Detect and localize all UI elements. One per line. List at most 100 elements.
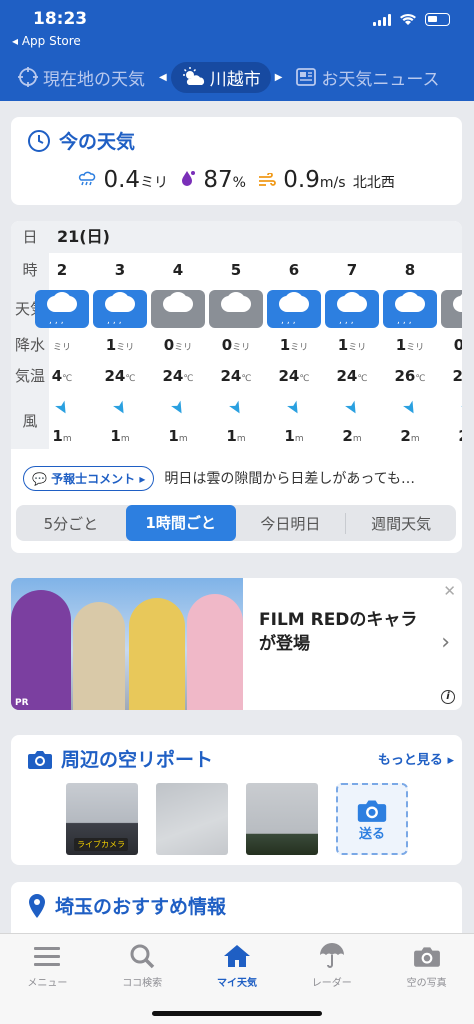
weather-cell [207, 287, 265, 331]
camera-icon [413, 947, 440, 967]
hour-value: 2 [56, 261, 68, 279]
humidity-value: 87 [203, 167, 233, 193]
map-pin-icon [29, 893, 45, 918]
tab-current-location[interactable]: 現在地の天気 [18, 65, 145, 90]
ad-image: PR [11, 578, 243, 710]
weather-cell: ,,, [265, 287, 323, 331]
wind-dir-cell: ➤ [323, 393, 381, 423]
wind-speed-cell: 1m [149, 423, 207, 449]
location-target-icon [18, 67, 38, 87]
tab-next-arrow-icon[interactable]: ▶ [275, 72, 283, 83]
weather-cell [149, 287, 207, 331]
tab-prev-arrow-icon[interactable]: ◀ [159, 72, 167, 83]
now-weather-card[interactable]: 今の天気 0.4ミリ 87% 0.9m/s 北北西 [11, 117, 462, 205]
humidity-unit: % [232, 175, 246, 191]
rain-cell: 1ミリ [381, 331, 439, 359]
segment-5min[interactable]: 5分ごと [16, 513, 126, 534]
temp-cell: 4℃ [33, 359, 91, 393]
rain-cell: ミリ [33, 331, 91, 359]
news-icon [296, 68, 317, 86]
send-photo-label: 送る [358, 826, 385, 842]
wind-direction-icon: ➤ [281, 396, 307, 420]
wind-now: 0.9m/s 北北西 [258, 167, 395, 193]
battery-icon [425, 13, 450, 26]
rain-cell: 1ミリ [323, 331, 381, 359]
wind-speed-cell: 2m [381, 423, 439, 449]
wind-speed-cell: 2m [439, 423, 462, 449]
info-icon[interactable]: i [441, 690, 455, 704]
send-photo-button[interactable]: 送る [336, 783, 408, 855]
wind-direction-icon: ➤ [165, 396, 191, 420]
sky-photo[interactable] [156, 783, 228, 855]
hourly-table[interactable]: 日 21(日) 時 天気 降水 気温 風 2,,, ミリ 4℃ ➤ 1m 3,,, 1ミリ 2… [11, 221, 462, 449]
nav-sky-photos[interactable]: 空の写真 [379, 934, 474, 1024]
wind-direction-icon: ➤ [49, 396, 75, 420]
ad-pr-label: PR [15, 698, 29, 708]
rain-icon: ,,, [35, 290, 89, 328]
app-header: 18:23 ◂ App Store 現在地の天気 ◀ 川越市 ▶ お天気ニュース [0, 0, 474, 101]
hour-value: 4 [172, 261, 184, 279]
weather-cell: ,,, [323, 287, 381, 331]
ad-title: FILM REDのキャラが登場 [259, 610, 418, 654]
row-label-day: 日 [11, 221, 49, 253]
more-link[interactable]: もっと見る ▸ [378, 749, 454, 768]
sky-photo-live[interactable]: ライブカメラ [66, 783, 138, 855]
hour-cell: 6 [265, 253, 323, 287]
segment-weekly[interactable]: 週間天気 [346, 513, 456, 534]
rain-value: 0.4 [103, 167, 141, 193]
sky-photo[interactable] [246, 783, 318, 855]
wind-dir-cell: ➤ [265, 393, 323, 423]
rain-amount: 1ミリ [105, 336, 135, 354]
more-link-label: もっと見る [377, 753, 443, 768]
rain-cell: 0ミリ [439, 331, 462, 359]
forecaster-comment-text: 明日は雲の隙間から日差しがあっても… [164, 471, 415, 487]
nav-sky-photos-label: 空の写真 [406, 978, 447, 989]
humidity-now: 87% [180, 167, 246, 193]
rain-cell: 0ミリ [207, 331, 265, 359]
interval-segmented-control: 5分ごと 1時間ごと 今日明日 週間天気 [16, 505, 456, 541]
status-time: 18:23 [33, 9, 88, 29]
nav-menu-label: メニュー [27, 978, 68, 989]
wind-direction-icon: ➤ [339, 396, 365, 420]
temp-value: 26℃ [394, 367, 426, 385]
hour-cell: 5 [207, 253, 265, 287]
hour-cell: 4 [149, 253, 207, 287]
wind-direction-icon: ➤ [223, 396, 249, 420]
nav-search-label: ココ検索 [122, 978, 163, 989]
forecaster-comment-button[interactable]: 💬 予報士コメント ▸ [23, 465, 155, 491]
segment-today-tomorrow[interactable]: 今日明日 [236, 512, 347, 534]
home-indicator [152, 1011, 322, 1016]
tab-kawagoe[interactable]: 川越市 [170, 61, 271, 93]
menu-icon [34, 947, 61, 966]
live-camera-tag: ライブカメラ [74, 838, 128, 851]
hourly-date: 21(日) [49, 221, 462, 253]
signal-icon [373, 13, 391, 26]
weather-cell: ,,, [91, 287, 149, 331]
rain-amount: 0ミリ [163, 336, 193, 354]
wind-direction-icon: ➤ [397, 396, 423, 420]
tab-weather-news[interactable]: お天気ニュース [296, 65, 440, 90]
temp-value: 24℃ [162, 367, 194, 385]
close-icon[interactable]: ✕ [443, 582, 456, 600]
chevron-right-icon[interactable]: › [441, 630, 450, 655]
camera-icon [28, 750, 52, 769]
temp-value: 24℃ [104, 367, 136, 385]
segment-1hour[interactable]: 1時間ごと [125, 505, 236, 541]
clock-icon [28, 129, 50, 152]
back-to-app-store[interactable]: ◂ App Store [12, 34, 81, 48]
nav-my-weather-label: マイ天気 [216, 978, 257, 989]
temp-value: 24℃ [220, 367, 252, 385]
nav-menu[interactable]: メニュー [0, 934, 95, 1024]
rain-cell: 1ミリ [265, 331, 323, 359]
ad-banner[interactable]: PR FILM REDのキャラが登場 ✕ › i [11, 578, 462, 710]
tab-current-location-label: 現在地の天気 [43, 69, 145, 90]
sun-cloud-icon [182, 67, 204, 85]
rain-amount: 1ミリ [279, 336, 309, 354]
hour-value: 5 [230, 261, 242, 279]
temp-cell: 24℃ [207, 359, 265, 393]
rain-now: 0.4ミリ [78, 167, 168, 193]
forecaster-comment-row[interactable]: 💬 予報士コメント ▸ 明日は雲の隙間から日差しがあっても… [23, 463, 450, 493]
temp-value: 27℃ [452, 367, 463, 385]
hourly-forecast-card: 日 21(日) 時 天気 降水 気温 風 2,,, ミリ 4℃ ➤ 1m 3,,, 1ミリ 2… [11, 221, 462, 553]
wind-unit: m/s [319, 175, 346, 191]
